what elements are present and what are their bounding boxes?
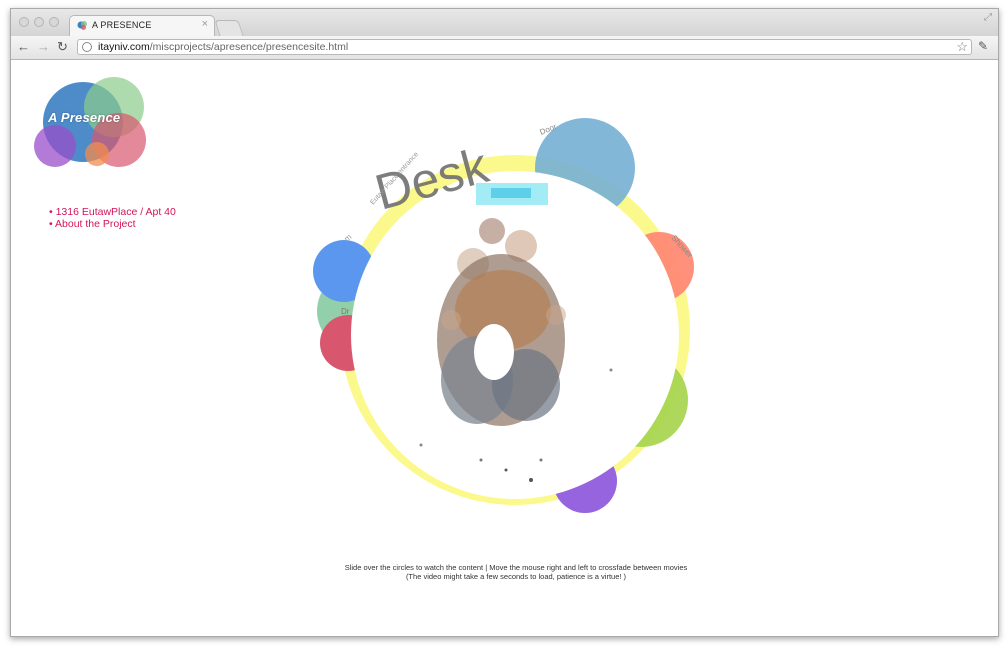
address-bar[interactable]: itayniv.com/miscprojects/apresence/prese… <box>77 39 972 55</box>
dr-label: Dr <box>341 307 350 316</box>
globe-icon <box>82 42 92 52</box>
tab-title: A PRESENCE <box>92 20 152 30</box>
browser-tab[interactable]: A PRESENCE × <box>69 15 215 36</box>
reload-icon[interactable]: ↻ <box>57 39 68 55</box>
site-favicon-icon <box>77 21 87 30</box>
fullscreen-icon[interactable]: ⤢ <box>984 12 992 23</box>
nav-link-about[interactable]: • About the Project <box>49 218 176 230</box>
wrench-icon[interactable]: ✎ <box>978 39 988 53</box>
close-tab-icon[interactable]: × <box>202 18 208 30</box>
close-window-button[interactable] <box>19 17 29 27</box>
browser-window: A PRESENCE × ⤢ ← → ↻ itayniv.com/miscpro… <box>10 8 999 637</box>
instructions-line-2: (The video might take a few seconds to l… <box>405 572 627 581</box>
new-tab-button[interactable] <box>214 20 244 36</box>
site-nav: • 1316 EutawPlace / Apt 40 • About the P… <box>49 206 176 230</box>
minimize-window-button[interactable] <box>34 17 44 27</box>
page-graphics: Desk Door Shower Eutaw Place entrance m … <box>34 77 695 513</box>
tab-bar: A PRESENCE × ⤢ <box>11 9 998 36</box>
instructions: Slide over the circles to watch the cont… <box>311 563 721 581</box>
url-text: itayniv.com/miscprojects/apresence/prese… <box>98 41 349 53</box>
forward-icon[interactable]: → <box>37 39 50 55</box>
nav-link-eutaw-place[interactable]: • 1316 EutawPlace / Apt 40 <box>49 206 176 218</box>
zoom-window-button[interactable] <box>49 17 59 27</box>
instructions-line-1: Slide over the circles to watch the cont… <box>344 563 688 572</box>
browser-toolbar: ← → ↻ itayniv.com/miscprojects/apresence… <box>11 36 998 60</box>
bookmark-star-icon[interactable]: ☆ <box>956 39 968 55</box>
back-icon[interactable]: ← <box>17 39 30 55</box>
logo-text[interactable]: A Presence <box>48 110 120 125</box>
page-viewport: Desk Door Shower Eutaw Place entrance m … <box>11 60 998 636</box>
